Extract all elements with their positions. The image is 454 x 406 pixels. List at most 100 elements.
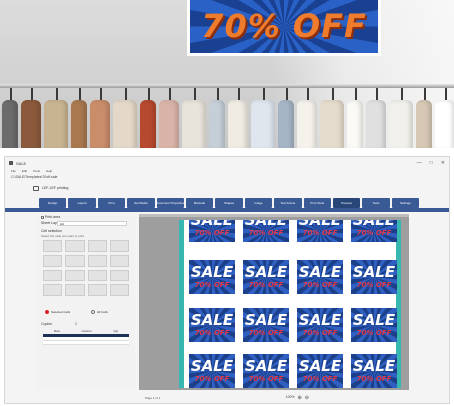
tab-shapes[interactable]: Shapes xyxy=(215,198,243,208)
garment xyxy=(228,100,248,148)
grid-cell[interactable] xyxy=(87,240,107,252)
print-area-label: Print area xyxy=(44,215,61,219)
tile-sale-word: SALE xyxy=(298,220,342,229)
grid-cell[interactable] xyxy=(43,269,63,282)
grid-cell[interactable] xyxy=(65,284,85,296)
clothes-rail xyxy=(0,84,454,88)
tab-document-properties[interactable]: Document Properties xyxy=(156,198,184,208)
print-preview[interactable]: SALE 70% OFF SALE 70% OFF SALE 70% OFF SALE 70%… xyxy=(139,214,409,390)
tile-discount: 70% OFF xyxy=(194,281,230,289)
sale-label-tile[interactable]: SALE 70% OFF xyxy=(189,220,235,242)
tab-print[interactable]: Print xyxy=(97,198,126,208)
tile-sale-word: SALE xyxy=(244,357,288,375)
zoom-controls: 100% ⊕ ⊖ xyxy=(286,395,309,401)
sale-label-tile[interactable]: SALE 70% OFF xyxy=(243,220,289,242)
garment xyxy=(140,100,156,148)
settings-panel: Print area Sheet Layout A4 Cell selectio… xyxy=(35,214,135,390)
garment xyxy=(366,100,386,148)
print-area-checkbox[interactable] xyxy=(41,215,44,219)
tab-text-frame[interactable]: Text Frame xyxy=(274,198,302,208)
radio-selected-cells[interactable]: Selected Cells xyxy=(45,310,70,314)
tile-sale-word: SALE xyxy=(352,220,396,229)
tab-tools[interactable]: Tools xyxy=(362,198,390,208)
zoom-out-icon[interactable]: ⊖ xyxy=(305,395,309,401)
radio-selected-label: Selected Cells xyxy=(51,310,71,314)
tile-sale-word: SALE xyxy=(298,263,342,281)
sale-banner: 70% OFF xyxy=(187,0,381,56)
grid-cell[interactable] xyxy=(109,269,129,282)
tab-band xyxy=(5,208,449,212)
tile-discount: 70% OFF xyxy=(248,375,284,383)
grid-cell[interactable] xyxy=(65,254,85,267)
print-area-row: Print area xyxy=(41,215,60,219)
grid-cell[interactable] xyxy=(109,254,129,267)
grid-cell[interactable] xyxy=(43,284,63,296)
sale-label-tile[interactable]: SALE 70% OFF xyxy=(243,354,289,388)
sale-label-tile[interactable]: SALE 70% OFF xyxy=(351,260,397,294)
tab-print-tools[interactable]: Print Tools xyxy=(303,198,331,208)
radio-all-cells[interactable]: All Cells xyxy=(91,310,108,314)
maximize-button[interactable]: □ xyxy=(430,160,433,166)
grid-cell[interactable] xyxy=(65,269,85,282)
garment xyxy=(2,100,18,148)
table-header: Row Column Qty xyxy=(43,329,129,334)
sale-label-tile[interactable]: SALE 70% OFF xyxy=(351,354,397,388)
ruler xyxy=(139,214,409,217)
copies-value[interactable]: 1 xyxy=(75,322,77,326)
minimize-button[interactable]: — xyxy=(417,160,422,166)
sale-label-tile[interactable]: SALE 70% OFF xyxy=(189,308,235,342)
sale-label-tile[interactable]: SALE 70% OFF xyxy=(243,308,289,342)
sale-label-tile[interactable]: SALE 70% OFF xyxy=(351,308,397,342)
grid-cell[interactable] xyxy=(43,240,63,252)
tile-discount: 70% OFF xyxy=(248,281,284,289)
sale-label-tile[interactable]: SALE 70% OFF xyxy=(351,220,397,242)
tile-sale-word: SALE xyxy=(190,311,234,329)
sale-label-tile[interactable]: SALE 70% OFF xyxy=(297,220,343,242)
store-photo: 70% OFF xyxy=(0,0,454,148)
garment xyxy=(347,100,363,148)
tab-set-media[interactable]: Set Media xyxy=(127,198,155,208)
tab-image[interactable]: Image xyxy=(244,198,273,208)
sheet-layout-select[interactable]: A4 xyxy=(57,221,127,226)
sale-label-tile[interactable]: SALE 70% OFF xyxy=(243,260,289,294)
grid-cell[interactable] xyxy=(65,240,85,252)
garment xyxy=(435,100,454,148)
grid-cell[interactable] xyxy=(87,269,107,282)
th-qty: Qty xyxy=(113,329,119,333)
grid-cell[interactable] xyxy=(109,284,129,296)
sale-label-tile[interactable]: SALE 70% OFF xyxy=(297,308,343,342)
window-controls: — □ ✕ xyxy=(417,160,445,166)
garment xyxy=(90,100,110,148)
sale-label-tile[interactable]: SALE 70% OFF xyxy=(189,354,235,388)
sheet-edge-left xyxy=(179,220,184,388)
close-button[interactable]: ✕ xyxy=(441,160,445,166)
tab-design[interactable]: Design xyxy=(39,198,67,208)
grid-cell[interactable] xyxy=(109,240,129,252)
app-title: SALE xyxy=(16,160,27,166)
tab-preview[interactable]: Preview xyxy=(332,198,361,208)
tile-discount: 70% OFF xyxy=(302,375,338,383)
zoom-level: 100% xyxy=(285,395,295,399)
grid-cell[interactable] xyxy=(43,254,63,267)
radio-dot-off xyxy=(91,310,95,314)
table-row[interactable] xyxy=(43,341,129,345)
grid-cell[interactable] xyxy=(87,284,107,296)
sale-label-tile[interactable]: SALE 70% OFF xyxy=(297,354,343,388)
tab-layout[interactable]: Layout xyxy=(68,198,96,208)
printer-icon[interactable] xyxy=(33,185,39,191)
tile-discount: 70% OFF xyxy=(248,329,284,337)
garment xyxy=(297,100,317,148)
banner-text: 70% OFF xyxy=(201,7,367,45)
garment xyxy=(389,100,413,148)
sale-label-tile[interactable]: SALE 70% OFF xyxy=(189,260,235,294)
tab-settings[interactable]: Settings xyxy=(391,198,420,208)
tab-barcode[interactable]: Barcode xyxy=(185,198,214,208)
grid-cell[interactable] xyxy=(87,254,107,267)
sale-label-tile[interactable]: SALE 70% OFF xyxy=(297,260,343,294)
garment xyxy=(251,100,275,148)
page-indicator: Page 1 of 1 xyxy=(145,396,161,400)
radio-dot-on xyxy=(45,310,49,314)
zoom-in-icon[interactable]: ⊕ xyxy=(298,395,302,401)
copies-table: Row Column Qty xyxy=(43,329,129,345)
tile-discount: 70% OFF xyxy=(302,229,338,237)
